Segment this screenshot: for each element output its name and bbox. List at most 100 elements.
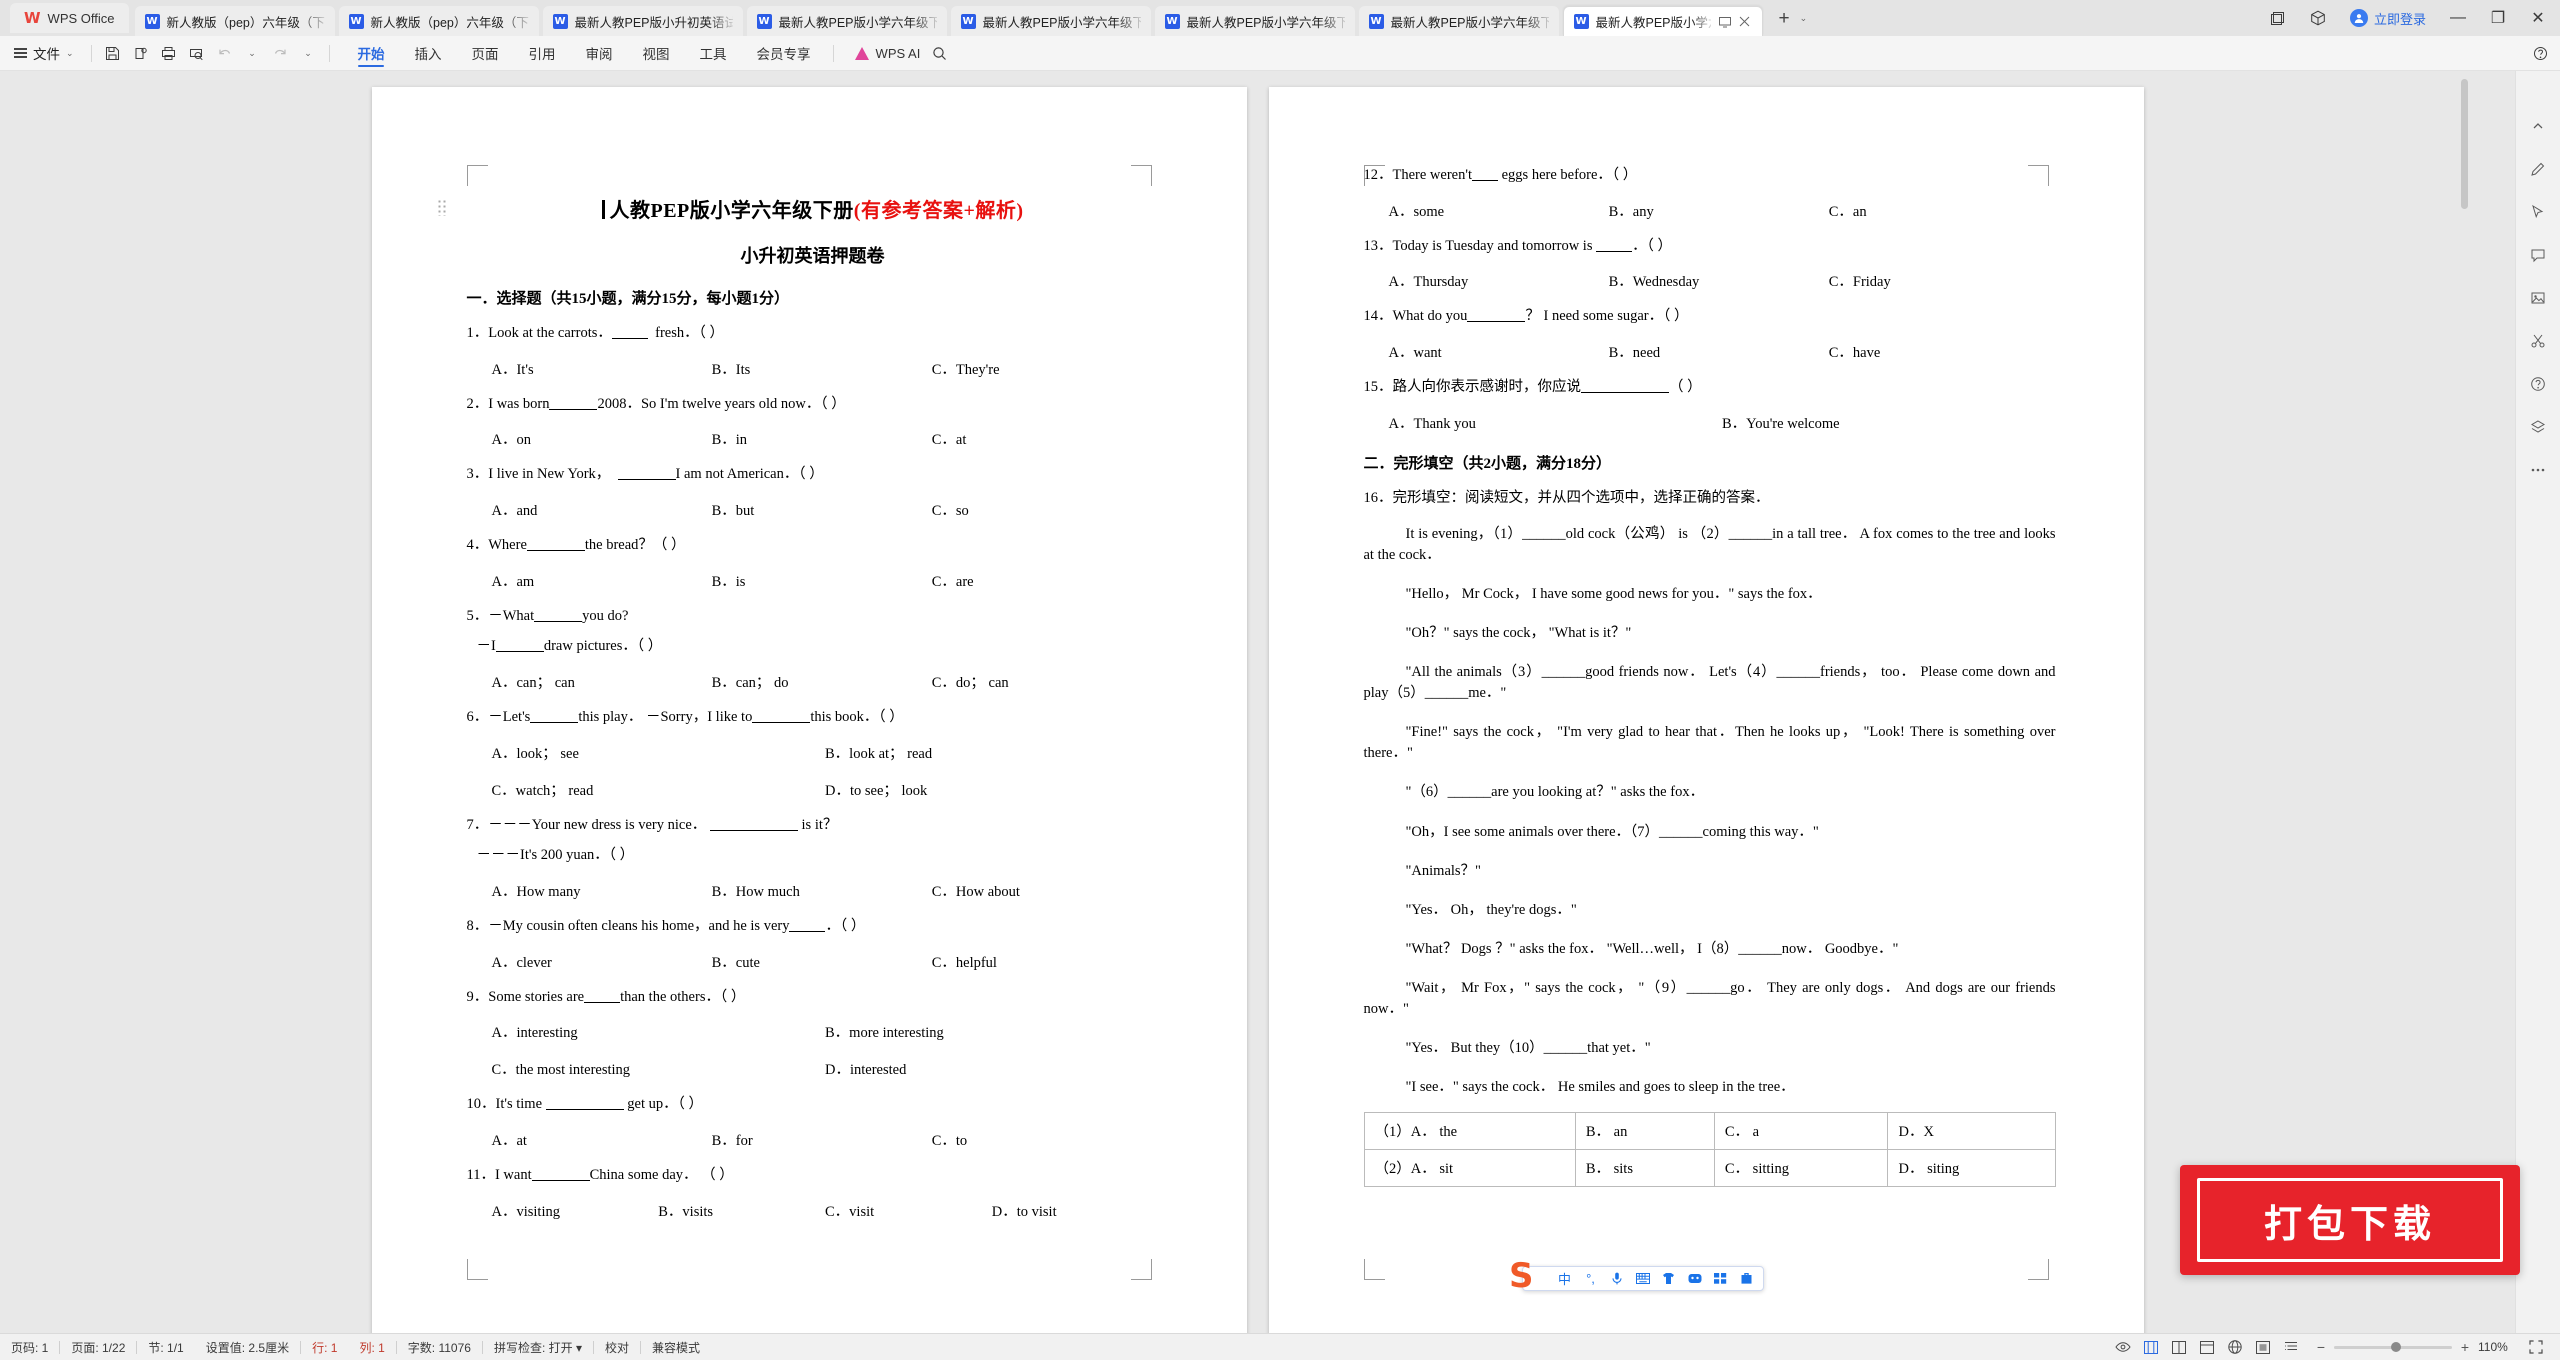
multi-window-icon[interactable] <box>2258 1 2298 35</box>
zoom-slider[interactable]: − + 110% <box>2305 1339 2522 1355</box>
status-spellcheck[interactable]: 拼写检查: 打开 ▾ <box>483 1339 593 1356</box>
chevron-up-icon[interactable] <box>2524 113 2552 139</box>
document-tab[interactable]: W 最新人教PEP版小学六年级下册小升初 <box>1154 6 1355 36</box>
print-preview-icon[interactable] <box>183 40 210 66</box>
document-page-left[interactable]: 人教PEP版小学六年级下册(有参考答案+解析) 小升初英语押题卷 一．选择题（共… <box>371 87 1247 1333</box>
emoji-icon[interactable] <box>1687 1271 1702 1286</box>
file-menu-button[interactable]: 文件 ⌄ <box>0 43 84 63</box>
wps-office-home-tab[interactable]: W WPS Office <box>10 3 129 33</box>
option-b: B．for <box>711 1133 753 1150</box>
maximize-button[interactable]: ❐ <box>2478 1 2518 35</box>
status-setting-value[interactable]: 设置值: 2.5厘米 <box>195 1339 300 1356</box>
zoom-track[interactable] <box>2334 1341 2452 1352</box>
pen-icon[interactable] <box>2524 156 2552 182</box>
document-page-right[interactable]: 12．There weren't eggs here before．（ ） A．… <box>1268 87 2144 1333</box>
ime-chinese-mode-icon[interactable]: 中 <box>1557 1271 1572 1287</box>
zoom-out-button[interactable]: − <box>2315 1339 2327 1355</box>
toolbox-icon[interactable] <box>1739 1271 1754 1286</box>
option-c: C．at <box>931 432 967 449</box>
ribbon-tab-review[interactable]: 审阅 <box>571 36 628 70</box>
scissors-icon[interactable] <box>2524 328 2552 354</box>
print-icon[interactable] <box>155 40 182 66</box>
question-stem-tail: ？ I need some sugar．（ ） <box>1525 308 1689 325</box>
comment-icon[interactable] <box>2524 242 2552 268</box>
status-row[interactable]: 行: 1 <box>301 1339 348 1356</box>
option-c: C．are <box>931 573 974 590</box>
layers-icon[interactable] <box>2524 414 2552 440</box>
question-2: 2．I was born 2008．So I'm twelve years old… <box>467 396 1159 413</box>
close-tab-icon[interactable] <box>1738 15 1752 29</box>
quick-access-caret-icon[interactable]: ⌄ <box>295 40 322 66</box>
tab-list-caret-icon[interactable]: ⌄ <box>1800 13 1808 24</box>
apps-icon[interactable] <box>1713 1271 1728 1286</box>
close-window-button[interactable]: ✕ <box>2518 1 2558 35</box>
status-compatibility-mode[interactable]: 兼容模式 <box>641 1339 711 1356</box>
search-icon[interactable] <box>926 40 953 66</box>
download-banner[interactable]: 打包下载 <box>2180 1165 2520 1275</box>
vertical-scrollbar[interactable] <box>2459 71 2470 1333</box>
status-column[interactable]: 列: 1 <box>348 1339 395 1356</box>
document-tab[interactable]: W 新人教版（pep）六年级（下）小升初 <box>338 6 539 36</box>
skin-icon[interactable] <box>1661 1271 1676 1286</box>
fullscreen-icon[interactable] <box>2522 1335 2550 1359</box>
status-right-controls: − + 110% <box>2109 1335 2560 1359</box>
help-circle-icon[interactable] <box>2524 371 2552 397</box>
login-button[interactable]: 立即登录 <box>2338 1 2438 35</box>
mic-icon[interactable] <box>1609 1271 1624 1286</box>
undo-caret-icon[interactable]: ⌄ <box>239 40 266 66</box>
document-tab[interactable]: W 最新人教PEP版小升初英语试卷（1） <box>542 6 743 36</box>
scrollbar-thumb[interactable] <box>2461 79 2468 209</box>
paragraph-drag-handle[interactable] <box>436 199 448 216</box>
question-stem-tail: than the others．（ ） <box>620 988 746 1005</box>
ribbon-tab-page[interactable]: 页面 <box>457 36 514 70</box>
redo-icon[interactable] <box>267 40 294 66</box>
word-file-icon: W <box>1368 13 1384 29</box>
zoom-value[interactable]: 110% <box>2478 1340 2512 1354</box>
undo-icon[interactable] <box>211 40 238 66</box>
more-icon[interactable] <box>2524 457 2552 483</box>
ribbon-tab-insert[interactable]: 插入 <box>400 36 457 70</box>
web-view-icon[interactable] <box>2193 1335 2221 1359</box>
question-1-options: A．It's B．Its C．They're <box>467 358 1159 379</box>
download-banner-text: 打包下载 <box>2263 1203 2436 1246</box>
ribbon-tab-view[interactable]: 视图 <box>628 36 685 70</box>
sogou-ime-toolbar[interactable]: S 中 °, <box>1509 1259 1764 1293</box>
cube-icon[interactable] <box>2298 1 2338 35</box>
focus-mode-icon[interactable] <box>2249 1335 2277 1359</box>
status-page-number[interactable]: 页码: 1 <box>0 1339 59 1356</box>
minimize-button[interactable]: — <box>2438 1 2478 35</box>
ribbon-tab-tools[interactable]: 工具 <box>685 36 742 70</box>
reading-view-icon[interactable] <box>2165 1335 2193 1359</box>
save-as-icon[interactable] <box>127 40 154 66</box>
eye-icon[interactable] <box>2109 1335 2137 1359</box>
status-page-count[interactable]: 页面: 1/22 <box>60 1339 136 1356</box>
save-icon[interactable] <box>99 40 126 66</box>
new-tab-button[interactable]: + <box>1773 9 1796 28</box>
document-tab-active[interactable]: W 最新人教PEP版小学六年级下册小升初 <box>1562 6 1763 36</box>
ribbon-tab-reference[interactable]: 引用 <box>514 36 571 70</box>
document-tab[interactable]: W 新人教版（pep）六年级（下）小升初 <box>134 6 335 36</box>
image-icon[interactable] <box>2524 285 2552 311</box>
present-tab-icon[interactable] <box>1718 15 1732 29</box>
ribbon-tab-home[interactable]: 开始 <box>343 36 400 70</box>
globe-icon[interactable] <box>2221 1335 2249 1359</box>
zoom-knob[interactable] <box>2391 1341 2401 1352</box>
document-canvas[interactable]: 人教PEP版小学六年级下册(有参考答案+解析) 小升初英语押题卷 一．选择题（共… <box>0 71 2515 1333</box>
question-15: 15．路人向你表示感谢时，你应说 （ ） <box>1364 379 2056 396</box>
document-tab[interactable]: W 最新人教PEP版小学六年级下册小升初 <box>1358 6 1559 36</box>
wps-ai-button[interactable]: WPS AI <box>841 46 920 61</box>
ime-punctuation-icon[interactable]: °, <box>1583 1271 1598 1286</box>
status-word-count[interactable]: 字数: 11076 <box>397 1339 482 1356</box>
ribbon-tab-member[interactable]: 会员专享 <box>742 36 826 70</box>
keyboard-icon[interactable] <box>1635 1271 1650 1286</box>
document-tab[interactable]: W 最新人教PEP版小学六年级下册小升初 <box>746 6 947 36</box>
status-proofread[interactable]: 校对 <box>594 1339 640 1356</box>
cursor-icon[interactable] <box>2524 199 2552 225</box>
document-tab[interactable]: W 最新人教PEP版小学六年级下册小升初 <box>950 6 1151 36</box>
page-view-icon[interactable] <box>2137 1335 2165 1359</box>
option-b: B．You're welcome <box>1722 415 1840 432</box>
status-section[interactable]: 节: 1/1 <box>137 1339 194 1356</box>
zoom-in-button[interactable]: + <box>2459 1339 2471 1355</box>
outline-view-icon[interactable] <box>2277 1335 2305 1359</box>
help-icon[interactable] <box>2527 40 2554 66</box>
